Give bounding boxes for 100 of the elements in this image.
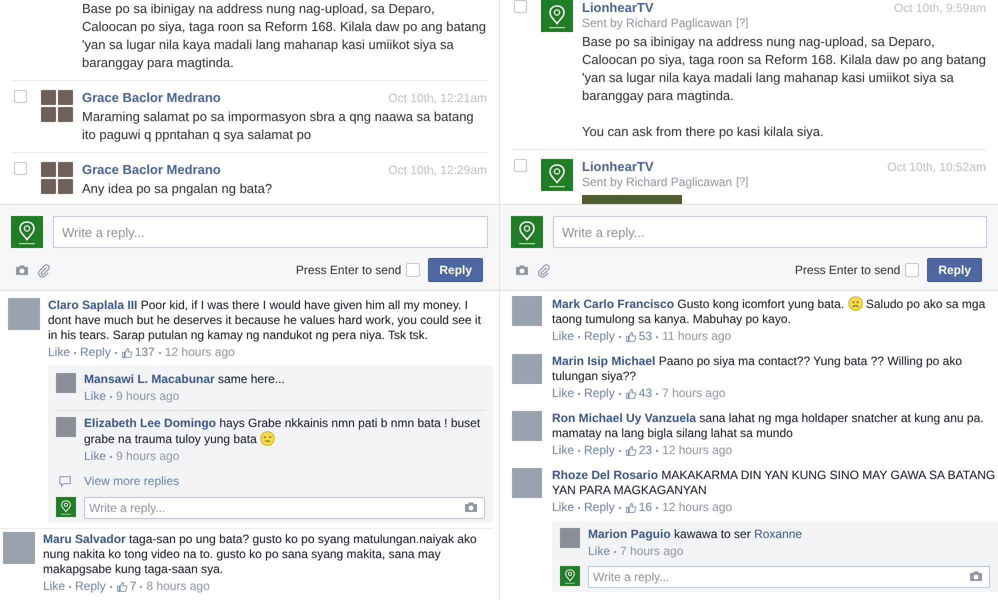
like-link[interactable]: Like <box>43 579 66 594</box>
reply-link[interactable]: Reply <box>584 443 615 458</box>
thumbs-up-icon <box>116 580 128 592</box>
enter-to-send-label: Press Enter to send <box>296 262 402 279</box>
like-link[interactable]: Like <box>48 345 70 360</box>
avatar-photo <box>56 417 76 437</box>
comment-time: 7 hours ago <box>620 544 684 559</box>
comment-author[interactable]: Maru Salvador <box>43 532 126 546</box>
comment-text: Mansawi L. Macabunar same here... <box>84 372 286 387</box>
emoticon-icon <box>260 431 276 446</box>
like-link[interactable]: Like <box>552 386 574 401</box>
like-link[interactable]: Like <box>84 449 106 464</box>
thumbs-up-icon <box>120 346 133 358</box>
avatar-photo <box>512 354 542 384</box>
message-author[interactable]: Grace Baclor Medrano <box>82 90 221 106</box>
avatar-photo <box>512 468 542 498</box>
like-count: 43 <box>638 386 652 401</box>
message-author[interactable]: LionhearTV <box>582 159 654 175</box>
reply-link[interactable]: Reply <box>80 345 111 360</box>
paperclip-icon[interactable] <box>536 262 551 278</box>
help-link[interactable]: [?] <box>736 16 748 31</box>
reply-button[interactable]: Reply <box>428 258 483 282</box>
reply-link[interactable]: Reply <box>584 329 615 344</box>
avatar-photo <box>512 411 542 441</box>
avatar-photo <box>56 373 76 393</box>
thumbs-up-icon <box>624 330 637 342</box>
message-text: Maraming salamat po sa impormasyon sbra a qng naawa sa batang ito paguwi q ppntahan q sya salamat po <box>82 108 475 144</box>
reply-field[interactable]: Write a reply... <box>588 566 990 588</box>
comment-text: Ron Michael Uy Vanzuela sana lahat ng mga holdaper snatcher at kung anu pa. mamatay na lang bigla silang lahat sa mundo <box>552 411 985 441</box>
reply-link[interactable]: Reply <box>75 579 106 594</box>
message-checkbox[interactable] <box>14 162 27 175</box>
message-text: You can ask from there po kasi kilala siya. <box>582 123 825 141</box>
comment-text: Marin Isip Michael Paano po siya ma contact?? Yung bata ?? Willing po ako tulungan siya?? <box>552 354 964 384</box>
view-more-replies-link[interactable]: View more replies <box>84 472 180 490</box>
comment-author[interactable]: Mark Carlo Francisco <box>552 297 674 311</box>
avatar-collage <box>41 90 73 122</box>
comment-text: Claro Saplala III Poor kid, if I was there I would have given him all my money. I dont have much but he deserves it because he values hard work, you could see it in his tears. Sarap putulan ng kamay ng nandukot ng pera niya. Tsk tsk. <box>48 298 482 343</box>
speech-bubble-icon <box>58 474 72 488</box>
reply-field[interactable]: Write a reply... <box>553 216 987 248</box>
logo-icon <box>560 566 580 586</box>
enter-to-send-checkbox[interactable] <box>905 263 920 277</box>
message-time: Oct 10th, 12:21am <box>388 90 487 106</box>
help-link[interactable]: [?] <box>736 175 748 190</box>
message-text: Any idea po sa pngalan ng bata? <box>82 180 274 198</box>
thumbs-up-icon <box>624 444 637 456</box>
sender-label: Sent by Richard Paglicawan <box>582 16 732 31</box>
comment-time: 9 hours ago <box>116 449 180 464</box>
comment-author[interactable]: Marin Isip Michael <box>552 354 656 368</box>
mention-link[interactable]: Roxanne <box>754 527 802 541</box>
like-link[interactable]: Like <box>84 389 106 404</box>
like-link[interactable]: Like <box>552 329 574 344</box>
like-count: 7 <box>130 579 136 594</box>
sender-label: Sent by Richard Paglicawan <box>582 175 732 190</box>
comment-time: 12 hours ago <box>662 443 732 458</box>
reply-field[interactable]: Write a reply... <box>53 216 488 248</box>
avatar-photo <box>512 296 542 326</box>
comment-author[interactable]: Mansawi L. Macabunar <box>84 372 215 386</box>
reply-link[interactable]: Reply <box>584 500 615 515</box>
like-count: 137 <box>134 345 155 360</box>
comment-author[interactable]: Ron Michael Uy Vanzuela <box>552 411 696 425</box>
message-author[interactable]: Grace Baclor Medrano <box>82 162 221 178</box>
comment-time: 12 hours ago <box>164 345 235 360</box>
comment-text: Mark Carlo Francisco Gusto kong icomfort yung bata. Saludo po ako sa mga taong tumulong sa kanya. Mabuhay po kayo. <box>552 296 986 327</box>
comment-text: Maru Salvador taga-san po ung bata? gusto ko po syang matulungan.naiyak ako nung nakita ko tong video na to. gusto ko po sana syang makita, sana may makapgsabe kung taga-saan sya. <box>43 532 478 577</box>
avatar-photo <box>3 532 35 564</box>
thumbs-up-icon <box>624 502 637 514</box>
comment-time: 12 hours ago <box>662 500 732 515</box>
like-link[interactable]: Like <box>588 544 610 559</box>
logo-icon <box>11 216 43 248</box>
reply-button[interactable]: Reply <box>927 258 982 282</box>
like-link[interactable]: Like <box>552 443 574 458</box>
comment-text: Rhoze Del Rosario MAKAKARMA DIN YAN KUNG SINO MAY GAWA SA BATANG YAN PARA MAGKAGANYAN <box>552 468 996 498</box>
thumbs-up-icon <box>624 388 637 400</box>
reply-link[interactable]: Reply <box>584 386 615 401</box>
comment-author[interactable]: Claro Saplala III <box>48 298 138 312</box>
comment-time: 8 hours ago <box>146 579 210 594</box>
comment-text: Elizabeth Lee Domingo hays Grabe nkkainis nmn pati b nmn bata ! buset grabe na trauma tuloy yung bata <box>84 416 482 447</box>
comment-time: 7 hours ago <box>662 386 726 401</box>
message-checkbox[interactable] <box>514 159 527 172</box>
comment-author[interactable]: Rhoze Del Rosario <box>552 468 658 482</box>
message-text: Base po sa ibinigay na address nung nag-upload, sa Deparo, Caloocan po siya, taga roon sa Reform 168. Kilala daw po ang batang 'yan sa lugar nila kaya madali lang mahanap kasi umiikot siya sa baranggay para magtinda. <box>582 33 986 105</box>
message-text: Base po sa ibinigay na address nung nag-upload, sa Deparo, Caloocan po siya, taga roon sa Reform 168. Kilala daw po ang batang 'yan sa lugar nila kaya madali lang mahanap kasi umiikot siya sa baranggay para magtinda. <box>82 0 487 72</box>
avatar-photo <box>560 528 580 548</box>
enter-to-send-label: Press Enter to send <box>794 262 900 279</box>
comment-time: 9 hours ago <box>116 389 180 404</box>
logo-icon <box>541 159 573 191</box>
logo-icon <box>511 216 543 248</box>
avatar-collage <box>41 162 73 194</box>
comment-author[interactable]: Marion Paguio <box>588 527 671 541</box>
like-link[interactable]: Like <box>552 500 574 515</box>
message-checkbox[interactable] <box>514 0 527 13</box>
enter-to-send-checkbox[interactable] <box>406 263 420 277</box>
message-author[interactable]: LionhearTV <box>582 0 654 16</box>
like-count: 23 <box>638 443 652 458</box>
message-checkbox[interactable] <box>14 90 27 103</box>
paperclip-icon[interactable] <box>36 262 51 278</box>
comment-author[interactable]: Elizabeth Lee Domingo <box>84 416 216 430</box>
reply-field[interactable]: Write a reply... <box>84 497 485 519</box>
comment-text: Marion Paguio kawawa to ser Roxanne <box>588 527 804 542</box>
comment-time: 11 hours ago <box>662 329 732 344</box>
